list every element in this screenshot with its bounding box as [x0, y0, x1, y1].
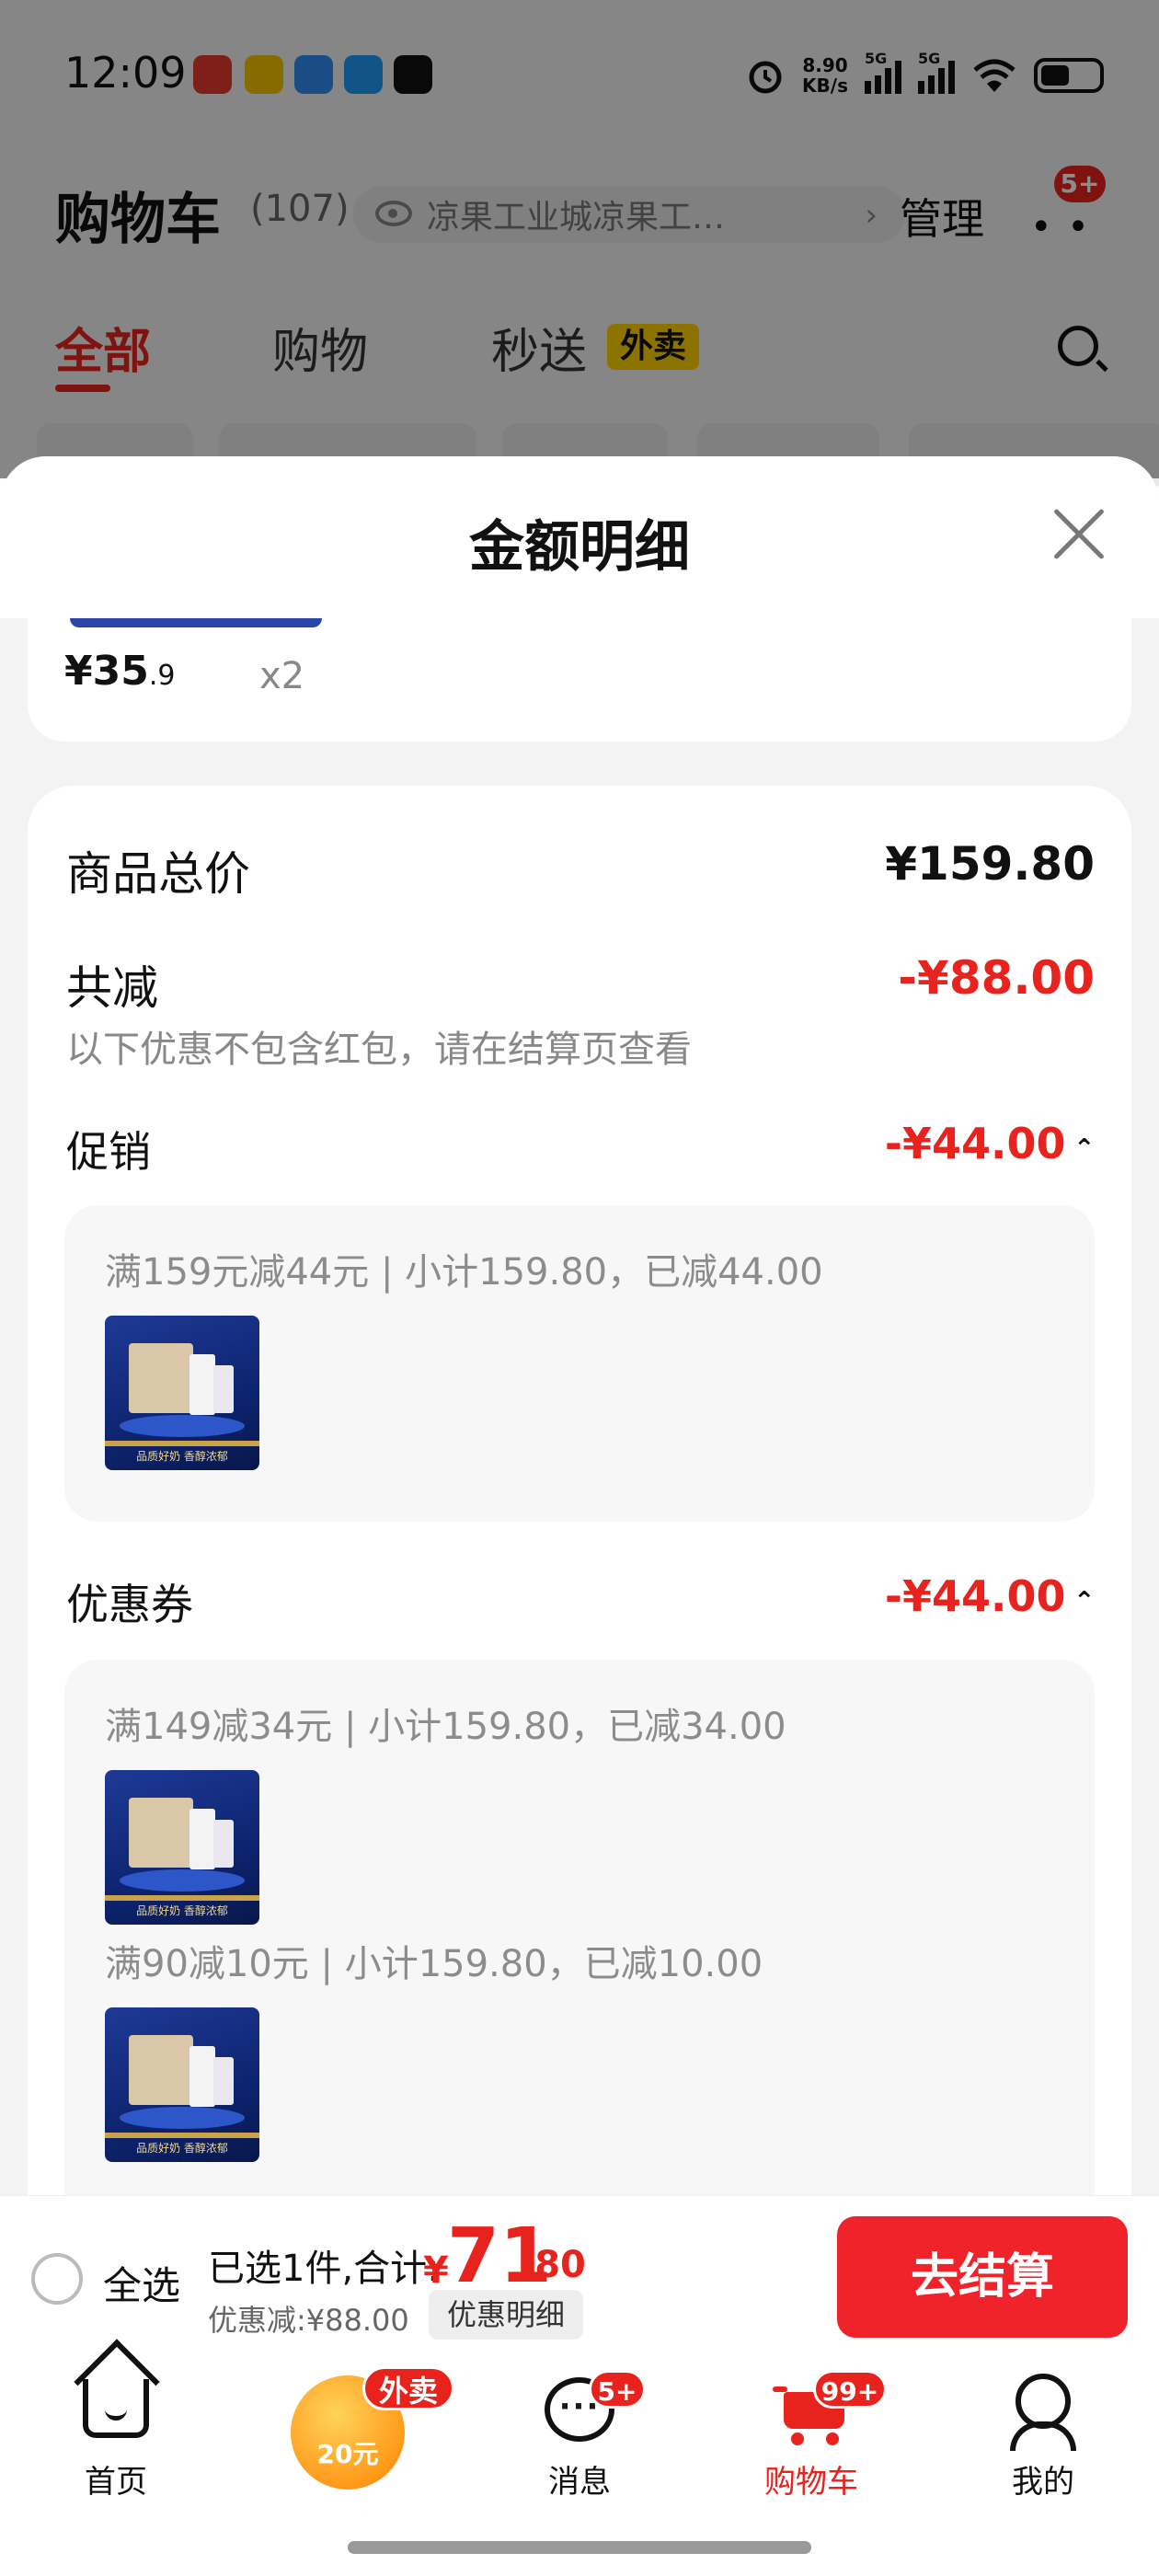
coupon-label: 优惠券 [66, 1580, 193, 1629]
nav-item-home[interactable]: 首页 [24, 2357, 208, 2523]
total-reduction-value: -¥88.00 [898, 951, 1095, 1005]
discount-summary: 优惠减:¥88.00 [208, 2303, 409, 2338]
chevron-up-icon: ⌄ [1073, 1584, 1095, 1615]
reduction-note: 以下优惠不包含红包，请在结算页查看 [66, 1029, 692, 1071]
promotion-toggle[interactable]: -¥44.00 ⌄ [885, 1119, 1095, 1168]
nav-label: 购物车 [764, 2464, 858, 2501]
promotion-label: 促销 [66, 1127, 151, 1177]
modal-overlay[interactable] [0, 0, 1159, 478]
total-decimal: .80 [521, 2244, 586, 2286]
select-all-label[interactable]: 全选 [103, 2255, 180, 2311]
product-image[interactable]: 品质好奶 香醇浓郁 [105, 2007, 259, 2162]
selected-summary: 已选1件,合计: [208, 2248, 440, 2290]
product-image[interactable]: 品质好奶 香醇浓郁 [105, 1770, 259, 1925]
select-all-checkbox[interactable] [31, 2253, 83, 2305]
nav-item-messages[interactable]: ··· 5+ 消息 [488, 2357, 671, 2523]
cart-item-summary: ¥35.9 x2 [28, 618, 1131, 742]
promotion-rule: 满159元减44元 | 小计159.80，已减44.00 [105, 1251, 823, 1294]
coupon-toggle[interactable]: -¥44.00 ⌄ [885, 1571, 1095, 1621]
checkout-button[interactable]: 去结算 [837, 2216, 1128, 2338]
nav-label: 消息 [548, 2464, 611, 2501]
nav-label: 首页 [85, 2464, 147, 2501]
item-quantity: x2 [259, 655, 305, 697]
product-image-caption: 品质好奶 香醇浓郁 [136, 2142, 228, 2155]
total-reduction-label: 共减 [66, 961, 158, 1015]
coupon-rule: 满90减10元 | 小计159.80，已减10.00 [105, 1943, 763, 1985]
subtotal-value: ¥159.80 [885, 837, 1095, 891]
total-currency: ¥ [423, 2249, 449, 2292]
nav-item-cart[interactable]: 99+ 购物车 [719, 2357, 903, 2523]
promotion-detail-box: 满159元减44元 | 小计159.80，已减44.00 品质好奶 香醇浓郁 [64, 1205, 1095, 1522]
chevron-up-icon: ⌄ [1073, 1132, 1095, 1162]
discount-detail-button[interactable]: 优惠明细 [429, 2290, 584, 2340]
product-image[interactable]: 品质好奶 香醇浓郁 [105, 1316, 259, 1470]
item-price: ¥35.9 [64, 648, 176, 695]
home-indicator[interactable] [348, 2541, 811, 2554]
product-thumbnail-edge [70, 618, 322, 627]
coupon-value: -¥44.00 [884, 1571, 1066, 1621]
home-icon [83, 2379, 149, 2438]
user-icon [1010, 2374, 1076, 2451]
product-image-caption: 品质好奶 香醇浓郁 [136, 1450, 228, 1463]
promotion-value: -¥44.00 [884, 1119, 1066, 1168]
coupon-detail-box: 满149减34元 | 小计159.80，已减34.00 品质好奶 香醇浓郁 满9… [64, 1660, 1095, 2195]
cart-badge: 99+ [813, 2370, 887, 2409]
nav-item-promo[interactable]: 20元 外卖 [254, 2357, 454, 2523]
messages-badge: 5+ [589, 2370, 646, 2409]
product-image-caption: 品质好奶 香醇浓郁 [136, 1904, 228, 1917]
subtotal-label: 商品总价 [66, 847, 250, 901]
nav-label: 我的 [1012, 2464, 1074, 2501]
amount-detail-sheet: 金额明细 ¥35.9 x2 商品总价 ¥159.80 共减 -¥88.00 以下… [0, 456, 1159, 2195]
takeaway-badge: 外卖 [362, 2366, 454, 2410]
sheet-title: 金额明细 [469, 515, 690, 580]
coupon-rule: 满149减34元 | 小计159.80，已减34.00 [105, 1706, 786, 1748]
nav-item-me[interactable]: 我的 [951, 2357, 1135, 2523]
close-icon[interactable] [1049, 504, 1109, 565]
amount-breakdown-card: 商品总价 ¥159.80 共减 -¥88.00 以下优惠不包含红包，请在结算页查… [28, 786, 1131, 2195]
sheet-header: 金额明细 [0, 456, 1159, 618]
checkout-bar: 全选 已选1件,合计: ¥ 71 .80 优惠减:¥88.00 优惠明细 去结算 [0, 2195, 1159, 2357]
